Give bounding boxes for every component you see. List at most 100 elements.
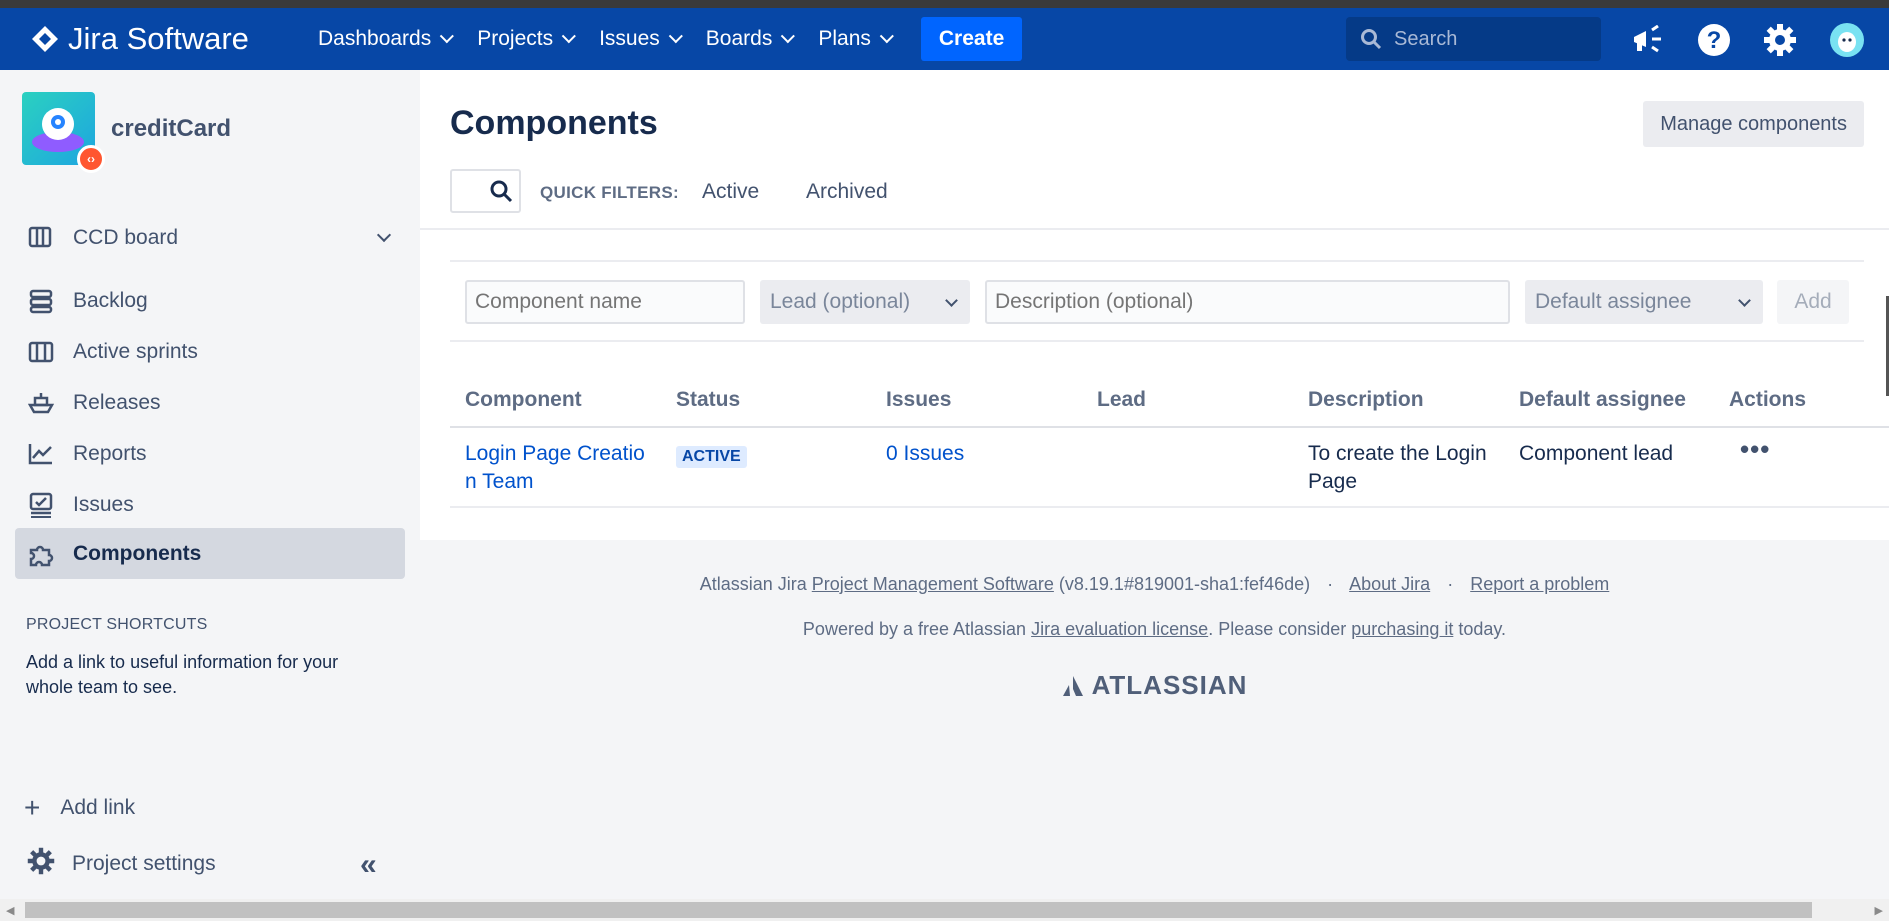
scrollbar-thumb[interactable]	[25, 902, 1812, 918]
horizontal-scrollbar[interactable]: ◀ ▶	[0, 899, 1889, 921]
separator: ·	[1447, 574, 1454, 594]
nav-dashboards[interactable]: Dashboards	[318, 27, 455, 51]
footer-line-1: Atlassian Jira Project Management Softwa…	[420, 574, 1889, 595]
section-divider	[420, 228, 1889, 230]
notifications-icon[interactable]	[1629, 22, 1665, 58]
chevron-down-icon	[439, 29, 455, 44]
atlassian-logo[interactable]: ATLASSIAN	[420, 670, 1889, 701]
search-input[interactable]: Search	[1346, 17, 1601, 61]
scroll-right-arrow-icon[interactable]: ▶	[1875, 904, 1883, 917]
settings-gear-icon[interactable]	[1762, 22, 1798, 58]
backlog-icon	[27, 287, 55, 315]
chevron-down-icon	[561, 29, 576, 44]
chart-icon	[27, 440, 55, 468]
atlassian-wordmark: ATLASSIAN	[1091, 670, 1248, 700]
components-table: Component Status Issues Lead Description…	[450, 366, 1889, 508]
column-header-issues: Issues	[886, 388, 952, 411]
lead-select-placeholder: Lead (optional)	[770, 290, 911, 313]
component-name-cell: Login Page Creatio n Team	[465, 440, 665, 496]
evaluation-license-link[interactable]: Jira evaluation license	[1031, 619, 1208, 639]
lead-select[interactable]: Lead (optional)	[760, 280, 970, 324]
nav-issues[interactable]: Issues	[599, 27, 683, 51]
logo-text: Jira Software	[68, 21, 249, 56]
project-settings-link[interactable]: Project settings	[26, 846, 216, 882]
chevron-down-icon	[668, 29, 683, 44]
sidebar-item-issues[interactable]: Issues	[15, 479, 405, 530]
help-icon[interactable]: ?	[1696, 22, 1732, 58]
sidebar-item-reports[interactable]: Reports	[15, 428, 405, 479]
sidebar-item-active-sprints[interactable]: Active sprints	[15, 326, 405, 377]
component-name-field[interactable]	[465, 280, 745, 324]
column-header-description: Description	[1308, 388, 1424, 411]
sidebar-item-backlog[interactable]: Backlog	[15, 275, 405, 326]
sidebar-item-label: Releases	[73, 390, 161, 414]
add-link-button[interactable]: + Add link	[24, 792, 135, 824]
nav-boards[interactable]: Boards	[705, 27, 796, 51]
column-header-lead: Lead	[1097, 388, 1147, 411]
top-navigation: Jira Software Dashboards Projects Issues…	[0, 8, 1889, 70]
project-shortcuts-heading: PROJECT SHORTCUTS	[26, 616, 208, 633]
user-avatar[interactable]	[1829, 22, 1865, 58]
footer-line-2: Powered by a free Atlassian Jira evaluat…	[420, 619, 1889, 640]
default-assignee-select[interactable]: Default assignee	[1525, 280, 1763, 324]
quick-filter-archived[interactable]: Archived	[806, 180, 888, 204]
nav-label: Boards	[705, 27, 773, 50]
issues-icon	[27, 491, 55, 519]
nav-label: Issues	[599, 27, 660, 50]
add-component-button[interactable]: Add	[1777, 280, 1849, 324]
sidebar-item-label: Backlog	[73, 288, 148, 312]
quick-filter-active[interactable]: Active	[702, 180, 759, 204]
purchase-link[interactable]: purchasing it	[1351, 619, 1453, 639]
jira-diamond-icon	[32, 26, 58, 52]
create-component-form: Lead (optional) Default assignee Add	[450, 260, 1864, 342]
more-actions-icon[interactable]: •••	[1740, 434, 1770, 465]
nav-plans[interactable]: Plans	[818, 27, 894, 51]
report-problem-link[interactable]: Report a problem	[1470, 574, 1609, 594]
main-content: Components Manage components QUICK FILTE…	[420, 70, 1889, 540]
filter-search-input[interactable]	[450, 169, 521, 213]
column-header-actions: Actions	[1729, 388, 1807, 411]
component-link[interactable]: Login Page Creatio n Team	[465, 442, 645, 493]
scroll-left-arrow-icon[interactable]: ◀	[6, 904, 14, 917]
chevron-down-icon[interactable]	[376, 227, 392, 243]
quick-filters-label: QUICK FILTERS:	[540, 183, 679, 202]
assignee-select-placeholder: Default assignee	[1535, 290, 1692, 313]
search-icon	[1361, 29, 1382, 50]
ship-icon	[27, 389, 55, 417]
columns-icon	[27, 338, 55, 366]
consider-text: . Please consider	[1208, 619, 1347, 639]
issues-cell: 0 Issues	[886, 440, 964, 468]
jira-logo[interactable]: Jira Software	[30, 21, 318, 57]
pms-link[interactable]: Project Management Software	[812, 574, 1054, 594]
nav-projects[interactable]: Projects	[477, 27, 576, 51]
sidebar-item-label: Active sprints	[73, 339, 198, 363]
manage-components-button[interactable]: Manage components	[1643, 101, 1864, 147]
sidebar-item-releases[interactable]: Releases	[15, 377, 405, 428]
collapse-sidebar-icon[interactable]: «	[360, 848, 377, 882]
sidebar-item-label: Reports	[73, 441, 147, 465]
column-header-default-assignee: Default assignee	[1519, 388, 1686, 411]
sidebar-item-board[interactable]: CCD board	[15, 212, 405, 263]
description-field[interactable]	[985, 280, 1510, 324]
sidebar-item-components[interactable]: Components	[15, 528, 405, 579]
nav-label: Dashboards	[318, 27, 432, 50]
plus-icon: +	[24, 792, 41, 823]
add-link-label: Add link	[60, 796, 136, 819]
window-top-strip	[0, 0, 1889, 8]
create-button[interactable]: Create	[920, 17, 1023, 61]
nav-label: Projects	[477, 27, 554, 50]
atlassian-triangle-icon	[1062, 675, 1083, 696]
project-avatar: ‹›	[22, 92, 105, 173]
sidebar-item-label: Components	[73, 541, 202, 565]
project-shortcuts-description: Add a link to useful information for you…	[26, 652, 339, 697]
project-header[interactable]: ‹› creditCard	[22, 92, 231, 173]
about-jira-link[interactable]: About Jira	[1349, 574, 1430, 594]
issues-link[interactable]: 0 Issues	[886, 442, 964, 465]
project-sidebar: ‹› creditCard CCD board Backlog Active s…	[0, 70, 420, 900]
column-header-status: Status	[676, 388, 741, 411]
sidebar-item-label: Issues	[73, 492, 134, 516]
puzzle-icon	[27, 540, 55, 568]
search-icon	[490, 180, 513, 203]
board-icon	[27, 224, 55, 252]
column-header-component[interactable]: Component	[465, 388, 582, 412]
